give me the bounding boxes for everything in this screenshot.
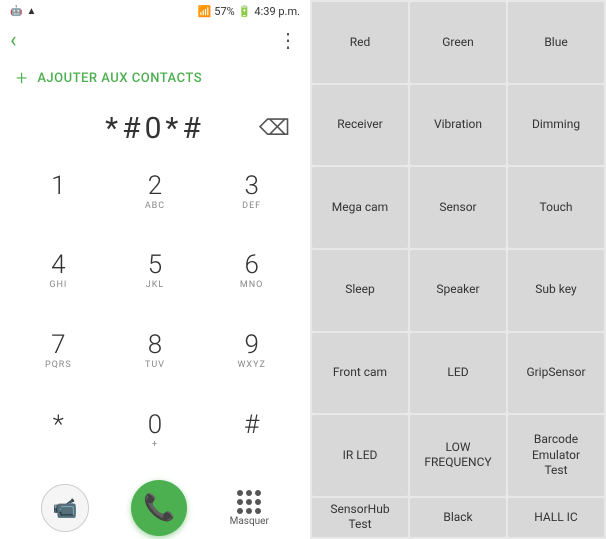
- test-button-touch[interactable]: Touch: [508, 167, 604, 248]
- test-button-barcode-emulator-test[interactable]: Barcode Emulator Test: [508, 415, 604, 496]
- battery-icon: 🔋: [238, 5, 252, 18]
- key-9[interactable]: 9 WXYZ: [203, 318, 300, 386]
- test-button-dimming[interactable]: Dimming: [508, 85, 604, 166]
- time-display: 4:39 p.m.: [254, 5, 300, 18]
- dot: [246, 499, 252, 505]
- test-button-led[interactable]: LED: [410, 333, 506, 414]
- key-letters-5: MNO: [240, 280, 263, 291]
- key-digit-10: 0: [148, 412, 162, 438]
- test-button-sensorhub-test[interactable]: SensorHub Test: [312, 498, 408, 537]
- key-digit-8: 9: [244, 332, 258, 358]
- test-button-green[interactable]: Green: [410, 2, 506, 83]
- dot: [237, 499, 243, 505]
- dot: [237, 508, 243, 514]
- key-digit-3: 4: [51, 252, 65, 278]
- key-digit-2: 3: [244, 173, 258, 199]
- test-button-front-cam[interactable]: Front cam: [312, 333, 408, 414]
- bottom-bar: 📹 📞 Masquer: [0, 477, 310, 539]
- key-7[interactable]: 7 PQRS: [10, 318, 107, 386]
- call-button[interactable]: 📞: [131, 480, 187, 536]
- key-6[interactable]: 6 MNO: [203, 238, 300, 306]
- back-button[interactable]: ‹: [10, 28, 17, 53]
- key-1[interactable]: 1: [10, 158, 107, 226]
- test-button-vibration[interactable]: Vibration: [410, 85, 506, 166]
- dial-display: *#0*# ⌫: [0, 98, 310, 158]
- masquer-button[interactable]: Masquer: [230, 490, 269, 527]
- wifi-icon: ▲: [26, 6, 36, 17]
- video-icon: 📹: [53, 496, 78, 520]
- key-letters-7: TUV: [145, 360, 165, 371]
- key-5[interactable]: 5 JKL: [107, 238, 204, 306]
- key-2[interactable]: 2 ABC: [107, 158, 204, 226]
- key-8[interactable]: 8 TUV: [107, 318, 204, 386]
- add-contact-row[interactable]: + AJOUTER AUX CONTACTS: [0, 58, 310, 98]
- test-button-blue[interactable]: Blue: [508, 2, 604, 83]
- dot: [246, 508, 252, 514]
- keypad: 12ABC3DEF4GHI5JKL6MNO7PQRS8TUV9WXYZ*0+#: [0, 158, 310, 477]
- battery-percent: 57%: [214, 5, 234, 18]
- test-button-ir-led[interactable]: IR LED: [312, 415, 408, 496]
- key-digit-5: 6: [244, 252, 258, 278]
- add-contact-plus-icon: +: [16, 66, 27, 90]
- test-button-black[interactable]: Black: [410, 498, 506, 537]
- test-button-hall-ic[interactable]: HALL IC: [508, 498, 604, 537]
- test-button-speaker[interactable]: Speaker: [410, 250, 506, 331]
- key-digit-0: 1: [51, 173, 65, 199]
- masquer-dots-grid: [237, 490, 261, 514]
- test-button-sleep[interactable]: Sleep: [312, 250, 408, 331]
- video-call-button[interactable]: 📹: [41, 484, 89, 532]
- key-digit-4: 5: [148, 252, 162, 278]
- backspace-button[interactable]: ⌫: [259, 116, 290, 141]
- key-letters-4: JKL: [146, 280, 164, 291]
- test-button-receiver[interactable]: Receiver: [312, 85, 408, 166]
- key-*[interactable]: *: [10, 397, 107, 465]
- dot: [255, 490, 261, 496]
- key-#[interactable]: #: [203, 397, 300, 465]
- key-digit-6: 7: [51, 332, 65, 358]
- status-bar: 🤖 ▲ 📶 57% 🔋 4:39 p.m.: [0, 0, 310, 22]
- top-bar: ‹ ⋮: [0, 22, 310, 58]
- test-button-sub-key[interactable]: Sub key: [508, 250, 604, 331]
- key-letters-6: PQRS: [45, 360, 72, 371]
- key-digit-7: 8: [148, 332, 162, 358]
- test-button-red[interactable]: Red: [312, 2, 408, 83]
- status-bar-left: 🤖 ▲: [10, 6, 36, 17]
- dot: [255, 499, 261, 505]
- key-letters-1: ABC: [145, 201, 165, 212]
- signal-icon: 📶: [198, 5, 212, 18]
- dialer-panel: 🤖 ▲ 📶 57% 🔋 4:39 p.m. ‹ ⋮ + AJOUTER AUX …: [0, 0, 310, 539]
- test-panel: RedGreenBlue ReceiverVibrationDimming Mega…: [310, 0, 606, 539]
- masquer-label: Masquer: [230, 516, 269, 527]
- dial-number: *#0*#: [20, 111, 290, 146]
- test-button-low-frequency[interactable]: LOW FREQUENCY: [410, 415, 506, 496]
- more-options-button[interactable]: ⋮: [278, 28, 300, 52]
- dot: [237, 490, 243, 496]
- key-0[interactable]: 0+: [107, 397, 204, 465]
- key-3[interactable]: 3 DEF: [203, 158, 300, 226]
- key-digit-11: #: [244, 412, 259, 438]
- key-4[interactable]: 4 GHI: [10, 238, 107, 306]
- add-contact-label: AJOUTER AUX CONTACTS: [37, 71, 202, 86]
- key-letters-10: +: [152, 440, 158, 451]
- test-button-gripsensor[interactable]: GripSensor: [508, 333, 604, 414]
- phone-icon: 📞: [143, 493, 175, 523]
- dot: [255, 508, 261, 514]
- key-letters-3: GHI: [49, 280, 67, 291]
- key-letters-2: DEF: [242, 201, 261, 212]
- test-button-mega-cam[interactable]: Mega cam: [312, 167, 408, 248]
- dot: [246, 490, 252, 496]
- key-digit-1: 2: [148, 173, 162, 199]
- test-button-sensor[interactable]: Sensor: [410, 167, 506, 248]
- android-icon: 🤖: [10, 6, 22, 17]
- status-bar-right: 📶 57% 🔋 4:39 p.m.: [198, 5, 300, 18]
- key-digit-9: *: [53, 412, 64, 438]
- key-letters-8: WXYZ: [237, 360, 265, 371]
